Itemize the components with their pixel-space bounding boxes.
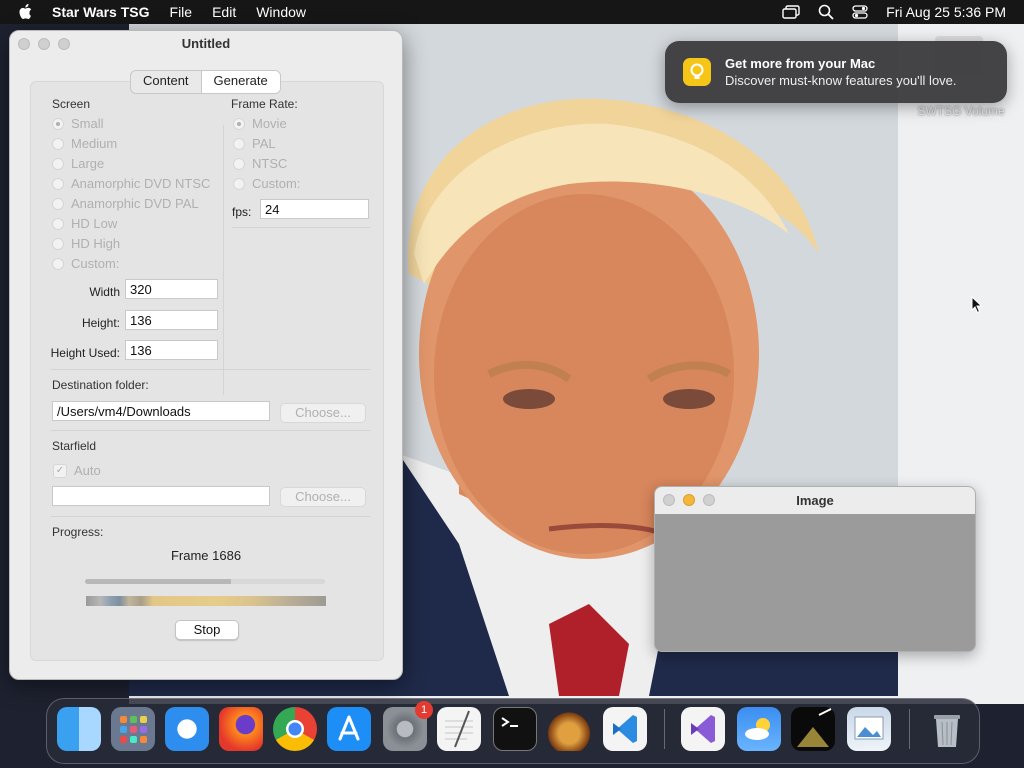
progress-status: Frame 1686 <box>170 548 242 563</box>
star-wars-tsg-icon[interactable] <box>791 707 835 751</box>
radio-screen-hd-high[interactable]: HD High <box>52 236 120 251</box>
height-label: Height: <box>81 316 120 330</box>
volume-drive-label[interactable]: SWTSG Volume <box>906 104 1016 118</box>
trash-icon[interactable] <box>925 707 969 751</box>
spotlight-search-icon[interactable] <box>818 4 834 20</box>
radio-fps-custom[interactable]: Custom: <box>233 176 300 191</box>
control-center-icon[interactable] <box>852 5 868 19</box>
launchpad-icon[interactable] <box>111 707 155 751</box>
checkmark-icon: ✓ <box>53 463 67 478</box>
destination-path-field[interactable] <box>52 401 270 421</box>
radio-button <box>233 117 245 130</box>
menu-bar: Star Wars TSG File Edit Window Fri Aug 2… <box>0 0 1024 24</box>
menu-edit[interactable]: Edit <box>212 4 236 20</box>
stop-button[interactable]: Stop <box>175 620 239 640</box>
screen-label: Screen <box>52 97 91 111</box>
progress-fill <box>85 579 232 584</box>
radio-fps-ntsc[interactable]: NTSC <box>233 156 287 171</box>
firefox-icon[interactable] <box>219 707 263 751</box>
starfield-label: Starfield <box>52 439 97 453</box>
chrome-icon[interactable] <box>273 707 317 751</box>
window-title: Untitled <box>181 36 231 51</box>
notification-badge: 1 <box>415 701 433 719</box>
radio-fps-movie[interactable]: Movie <box>233 116 287 131</box>
tab-generate[interactable]: Generate <box>200 71 280 93</box>
starfield-choose-button[interactable]: Choose... <box>280 487 366 507</box>
divider <box>223 125 224 395</box>
app-store-icon[interactable] <box>327 707 371 751</box>
garageband-icon[interactable] <box>547 707 591 751</box>
fps-label: fps: <box>232 205 252 219</box>
radio-fps-pal[interactable]: PAL <box>233 136 276 151</box>
radio-button <box>52 257 64 270</box>
dock-divider <box>664 709 665 749</box>
width-field[interactable] <box>125 279 218 299</box>
divider <box>232 227 370 228</box>
notification-banner[interactable]: Get more from your Mac Discover must-kno… <box>665 41 1007 103</box>
starfield-path-field[interactable] <box>52 486 270 506</box>
apple-menu-icon[interactable] <box>18 3 34 21</box>
radio-screen-small[interactable]: Small <box>52 116 104 131</box>
height-used-label: Height Used: <box>50 346 120 360</box>
radio-screen-large[interactable]: Large <box>52 156 104 171</box>
frame-preview-strip <box>86 596 326 606</box>
terminal-icon[interactable] <box>493 707 537 751</box>
image-window-titlebar[interactable]: Image <box>655 487 975 514</box>
mouse-cursor-icon <box>971 296 983 314</box>
notification-body: Discover must-know features you'll love. <box>725 73 957 88</box>
menu-app-name[interactable]: Star Wars TSG <box>52 4 150 20</box>
radio-screen-dvd-pal[interactable]: Anamorphic DVD PAL <box>52 196 199 211</box>
notification-title: Get more from your Mac <box>725 56 876 71</box>
tab-content[interactable]: Content <box>131 71 201 93</box>
finder-icon[interactable] <box>57 707 101 751</box>
radio-screen-dvd-ntsc[interactable]: Anamorphic DVD NTSC <box>52 176 210 191</box>
textedit-icon[interactable] <box>437 707 481 751</box>
frame-rate-label: Frame Rate: <box>231 97 298 111</box>
image-window: Image <box>654 486 976 652</box>
height-used-field[interactable] <box>125 340 218 360</box>
destination-label: Destination folder: <box>52 378 149 392</box>
divider <box>50 516 370 517</box>
lightbulb-icon <box>683 58 711 86</box>
radio-button <box>52 197 64 210</box>
safari-icon[interactable] <box>165 707 209 751</box>
destination-choose-button[interactable]: Choose... <box>280 403 366 423</box>
menu-window[interactable]: Window <box>256 4 306 20</box>
dock-divider <box>909 709 910 749</box>
radio-button <box>233 177 245 190</box>
radio-button <box>233 137 245 150</box>
radio-button <box>52 217 64 230</box>
radio-button <box>52 177 64 190</box>
width-label: Width <box>89 285 120 299</box>
radio-screen-hd-low[interactable]: HD Low <box>52 216 117 231</box>
radio-screen-medium[interactable]: Medium <box>52 136 117 151</box>
radio-button <box>52 237 64 250</box>
progress-bar <box>85 579 325 584</box>
starfield-auto-checkbox[interactable]: ✓ Auto <box>53 463 101 478</box>
menu-clock[interactable]: Fri Aug 25 5:36 PM <box>886 4 1006 20</box>
visual-studio-icon[interactable] <box>681 707 725 751</box>
progress-label: Progress: <box>52 525 104 539</box>
vscode-icon[interactable] <box>603 707 647 751</box>
preview-icon[interactable] <box>847 707 891 751</box>
dock: 1 <box>46 698 980 764</box>
window-titlebar[interactable]: Untitled <box>10 31 402 57</box>
image-window-title: Image <box>796 493 834 508</box>
radio-button <box>52 157 64 170</box>
main-window: Untitled Content Generate Screen Small M… <box>9 30 403 680</box>
menu-file[interactable]: File <box>170 4 193 20</box>
height-field[interactable] <box>125 310 218 330</box>
radio-button <box>233 157 245 170</box>
radio-button <box>52 117 64 130</box>
divider <box>50 369 370 370</box>
radio-button <box>52 137 64 150</box>
radio-screen-custom[interactable]: Custom: <box>52 256 119 271</box>
screen-mirroring-icon[interactable] <box>782 5 800 19</box>
fps-field[interactable] <box>260 199 369 219</box>
divider <box>50 430 370 431</box>
weather-icon[interactable] <box>737 707 781 751</box>
tab-bar: Content Generate <box>130 70 281 94</box>
